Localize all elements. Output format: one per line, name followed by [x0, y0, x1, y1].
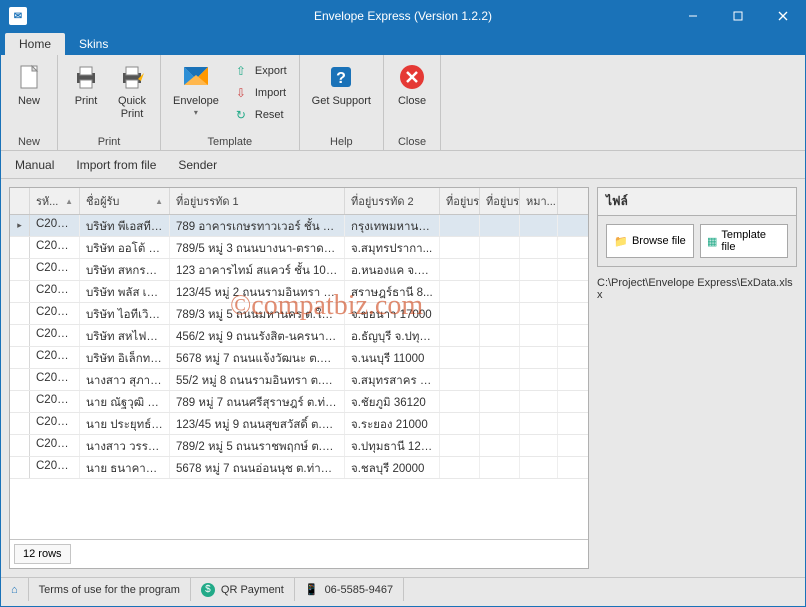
subtab-manual[interactable]: Manual	[13, 154, 56, 176]
home-icon: ⌂	[11, 584, 18, 596]
close-button[interactable]	[760, 1, 805, 31]
table-row[interactable]: C2013... นาย ธนาคาร สุดใจ 5678 หมู่ 7 ถน…	[10, 457, 588, 479]
table-row[interactable]: C2013... นางสาว สุภาพร พ... 55/2 หมู่ 8 …	[10, 369, 588, 391]
maximize-button[interactable]	[715, 1, 760, 31]
table-row[interactable]: C2013... นาย ณัฐวุฒิ ทองคำ 789 หมู่ 7 ถน…	[10, 391, 588, 413]
template-icon: ▦	[707, 235, 717, 248]
table-row[interactable]: C2013... บริษัท พลัส เทคโนโ... 123/45 หม…	[10, 281, 588, 303]
col-code[interactable]: รหั...▲	[30, 188, 80, 214]
qr-payment-button[interactable]: $QR Payment	[191, 578, 295, 601]
minimize-button[interactable]	[670, 1, 715, 31]
subtab-sender[interactable]: Sender	[176, 154, 219, 176]
quick-print-button[interactable]: Quick Print	[110, 59, 154, 123]
grid-header: รหั...▲ ชื่อผู้รับ▲ ที่อยู่บรรทัด 1 ที่อ…	[10, 188, 588, 215]
terms-link[interactable]: Terms of use for the program	[29, 578, 191, 601]
export-button[interactable]: ⇧Export	[227, 61, 293, 81]
table-row[interactable]: ▸ C2013... บริษัท พีเอสที กรุ๊ป... 789 อ…	[10, 215, 588, 237]
file-path: C:\Project\Envelope Express\ExData.xlsx	[597, 277, 797, 301]
grid-footer: 12 rows	[10, 539, 588, 568]
tab-skins[interactable]: Skins	[65, 33, 122, 55]
group-template-label: Template	[167, 134, 293, 148]
home-status-button[interactable]: ⌂	[1, 578, 29, 601]
window-title: Envelope Express (Version 1.2.2)	[314, 9, 492, 23]
table-row[interactable]: C2013... นางสาว วรรณวิภา... 789/2 หมู่ 5…	[10, 435, 588, 457]
reset-button[interactable]: ↻Reset	[227, 105, 293, 125]
col-note[interactable]: หมา...	[520, 188, 558, 214]
svg-text:?: ?	[336, 70, 346, 87]
support-button[interactable]: ? Get Support	[306, 59, 377, 110]
table-row[interactable]: C2013... บริษัท สหกรณ์ไอที... 123 อาคารไ…	[10, 259, 588, 281]
tab-home[interactable]: Home	[5, 33, 65, 55]
col-recipient[interactable]: ชื่อผู้รับ▲	[80, 188, 170, 214]
table-row[interactable]: C2013... บริษัท สหไฟฟ้าไทย... 456/2 หมู่…	[10, 325, 588, 347]
reset-icon: ↻	[233, 107, 249, 123]
side-panel-title: ไฟล์	[597, 187, 797, 215]
new-icon	[13, 61, 45, 93]
support-icon: ?	[325, 61, 357, 93]
phone-contact[interactable]: 📱06-5585-9467	[295, 578, 404, 601]
col-addr2[interactable]: ที่อยู่บรรทัด 2	[345, 188, 440, 214]
export-icon: ⇧	[233, 63, 249, 79]
browse-file-button[interactable]: 📁Browse file	[606, 224, 694, 258]
close-app-button[interactable]: Close	[390, 59, 434, 110]
table-row[interactable]: C2013... นาย ประยุทธ์ สุขส... 123/45 หมู…	[10, 413, 588, 435]
dollar-icon: $	[201, 583, 215, 597]
print-icon	[70, 61, 102, 93]
col-addr4[interactable]: ที่อยู่บร...	[480, 188, 520, 214]
group-help-label: Help	[306, 134, 377, 148]
folder-icon: 📁	[614, 235, 628, 248]
titlebar: ✉ Envelope Express (Version 1.2.2)	[1, 1, 805, 31]
app-icon: ✉	[9, 7, 27, 25]
subtab-import[interactable]: Import from file	[74, 154, 158, 176]
quick-print-icon	[116, 61, 148, 93]
main-tabs: Home Skins	[1, 31, 805, 55]
sub-tabs: Manual Import from file Sender	[1, 151, 805, 179]
ribbon: New New Print Quick Print Print Envelope…	[1, 55, 805, 151]
envelope-button[interactable]: Envelope ▾	[167, 59, 225, 119]
close-icon	[396, 61, 428, 93]
status-bar: ⌂ Terms of use for the program $QR Payme…	[1, 577, 805, 601]
new-button[interactable]: New	[7, 59, 51, 110]
table-row[interactable]: C2013... บริษัท ออโต้ ไอที โ... 789/5 หม…	[10, 237, 588, 259]
phone-icon: 📱	[305, 583, 319, 596]
col-addr3[interactable]: ที่อยู่บร...	[440, 188, 480, 214]
template-file-button[interactable]: ▦Template file	[700, 224, 788, 258]
col-addr1[interactable]: ที่อยู่บรรทัด 1	[170, 188, 345, 214]
data-grid[interactable]: รหั...▲ ชื่อผู้รับ▲ ที่อยู่บรรทัด 1 ที่อ…	[9, 187, 589, 569]
print-button[interactable]: Print	[64, 59, 108, 110]
group-close-label: Close	[390, 134, 434, 148]
import-icon: ⇩	[233, 85, 249, 101]
envelope-icon	[180, 61, 212, 93]
import-button[interactable]: ⇩Import	[227, 83, 293, 103]
table-row[interactable]: C2013... บริษัท ไอทีเวิร์ค จำ... 789/3 ห…	[10, 303, 588, 325]
group-new-label: New	[7, 134, 51, 148]
table-row[interactable]: C2013... บริษัท อิเล็กทรอนิ... 5678 หมู่…	[10, 347, 588, 369]
group-print-label: Print	[64, 134, 154, 148]
